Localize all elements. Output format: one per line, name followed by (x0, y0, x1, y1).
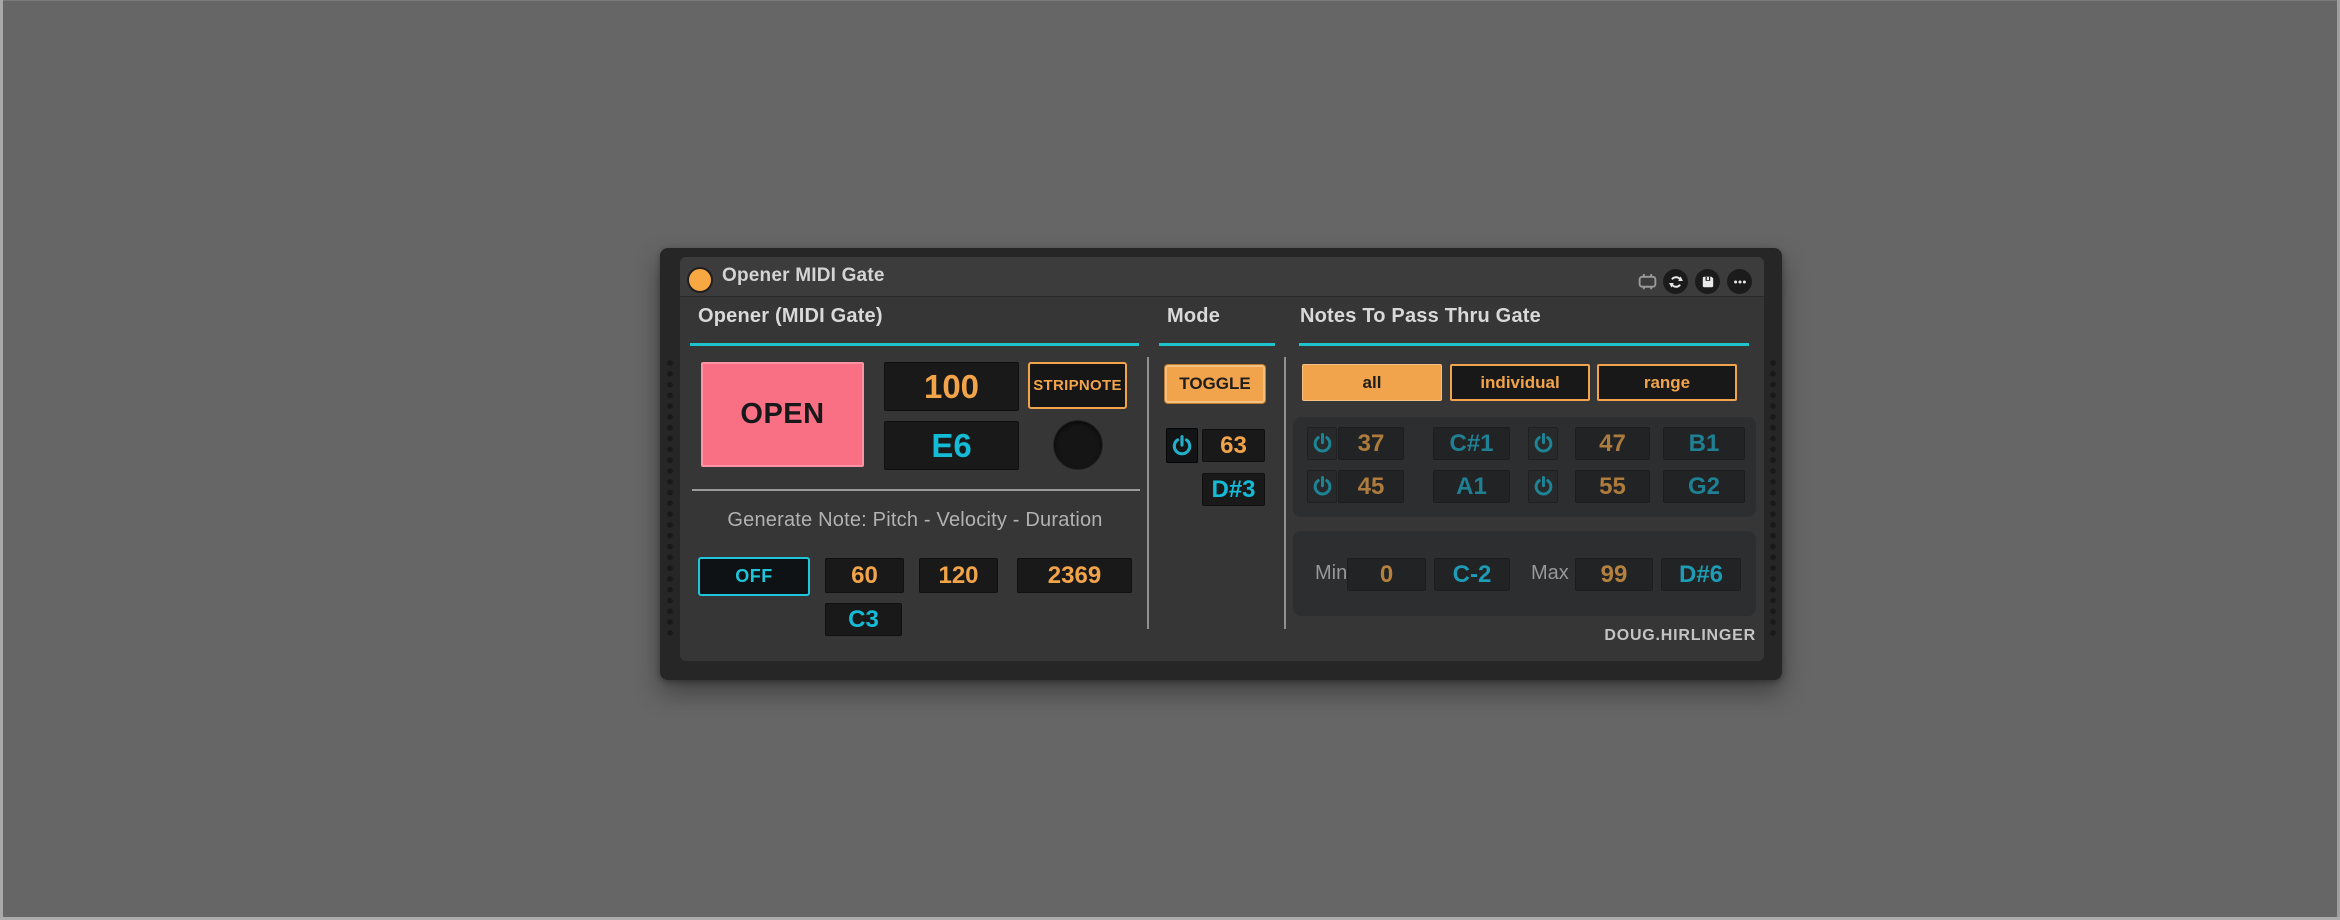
range-min-note: C-2 (1453, 561, 1492, 589)
opener-divider (692, 489, 1140, 491)
note1-value: 37 (1358, 430, 1385, 458)
underline-notes (1299, 343, 1749, 346)
more-icon[interactable] (1727, 269, 1752, 294)
mode-toggle-button[interactable]: TOGGLE (1165, 365, 1265, 403)
generate-pitch-note-numbox[interactable]: C3 (825, 603, 902, 636)
stripnote-button[interactable]: STRIPNOTE (1028, 362, 1127, 409)
gate-note-value: E6 (931, 427, 971, 465)
note4-name: G2 (1688, 473, 1720, 501)
gate-open-label: OPEN (740, 398, 824, 431)
device-title: Opener MIDI Gate (722, 265, 885, 287)
power-icon (1532, 432, 1555, 455)
generate-velocity-value: 120 (938, 562, 978, 590)
max-label: Max (1531, 562, 1569, 585)
generate-pitch-numbox[interactable]: 60 (825, 558, 904, 593)
gate-note-numbox[interactable]: E6 (884, 421, 1019, 470)
generate-off-button[interactable]: OFF (698, 557, 810, 596)
underline-opener (690, 343, 1139, 346)
individual-notes-panel: 37 C#1 47 B1 (1293, 417, 1756, 517)
note3-value: 45 (1358, 473, 1385, 501)
range-panel: Min 0 C-2 Max 99 D#6 (1293, 531, 1756, 616)
device-on-led[interactable] (687, 267, 713, 293)
note1-numbox[interactable]: 37 (1338, 427, 1404, 460)
gate-velocity-value: 100 (924, 368, 979, 406)
generate-velocity-numbox[interactable]: 120 (919, 558, 998, 593)
note2-numbox[interactable]: 47 (1575, 427, 1650, 460)
mode-power-toggle[interactable] (1166, 428, 1198, 463)
bang-button[interactable] (1053, 420, 1103, 470)
range-min-numbox[interactable]: 0 (1347, 558, 1426, 591)
note1-power-toggle[interactable] (1307, 427, 1337, 460)
max-device: Opener MIDI Gate (660, 248, 1782, 680)
generate-pitch-note-value: C3 (848, 606, 879, 634)
note3-name-box[interactable]: A1 (1433, 470, 1510, 503)
tab-individual[interactable]: individual (1450, 364, 1590, 401)
power-icon (1311, 432, 1334, 455)
save-icon[interactable] (1695, 269, 1720, 294)
note2-name-box[interactable]: B1 (1663, 427, 1745, 460)
desktop-background: Opener MIDI Gate (0, 0, 2340, 920)
note1-name: C#1 (1449, 430, 1493, 458)
note2-name: B1 (1689, 430, 1720, 458)
note3-name: A1 (1456, 473, 1487, 501)
note4-power-toggle[interactable] (1528, 470, 1558, 503)
power-icon (1532, 475, 1555, 498)
mode-cc-value: 63 (1220, 432, 1247, 460)
generate-off-label: OFF (735, 566, 773, 587)
separator-mode-notes (1284, 357, 1286, 629)
range-max-note: D#6 (1679, 561, 1723, 589)
tab-all-label: all (1363, 373, 1382, 393)
tab-range[interactable]: range (1597, 364, 1737, 401)
mode-cc-numbox[interactable]: 63 (1202, 429, 1265, 462)
generate-pitch-value: 60 (851, 562, 878, 590)
section-header-opener: Opener (MIDI Gate) (698, 305, 883, 328)
note4-value: 55 (1599, 473, 1626, 501)
credit-text: DOUG.HIRLINGER (1293, 627, 1756, 645)
note2-power-toggle[interactable] (1528, 427, 1558, 460)
tab-range-label: range (1644, 373, 1690, 393)
mode-cc-note-value: D#3 (1211, 476, 1255, 504)
separator-opener-mode (1147, 357, 1149, 629)
range-max-value: 99 (1601, 561, 1628, 589)
left-grip-dots (664, 358, 676, 638)
generate-duration-value: 2369 (1048, 562, 1101, 590)
note3-numbox[interactable]: 45 (1338, 470, 1404, 503)
note4-name-box[interactable]: G2 (1663, 470, 1745, 503)
note3-power-toggle[interactable] (1307, 470, 1337, 503)
power-icon (1311, 475, 1334, 498)
generate-note-label: Generate Note: Pitch - Velocity - Durati… (690, 509, 1140, 532)
min-label: Min (1315, 562, 1347, 585)
range-max-note-box[interactable]: D#6 (1661, 558, 1741, 591)
hot-swap-icon[interactable] (1663, 269, 1688, 294)
range-min-note-box[interactable]: C-2 (1434, 558, 1510, 591)
power-icon (1170, 433, 1194, 459)
section-header-mode: Mode (1167, 305, 1220, 328)
gate-velocity-numbox[interactable]: 100 (884, 362, 1019, 411)
note1-name-box[interactable]: C#1 (1433, 427, 1510, 460)
window-edge-left (0, 0, 3, 920)
note2-value: 47 (1599, 430, 1626, 458)
window-edge-top (0, 0, 2340, 1)
mode-toggle-label: TOGGLE (1179, 374, 1250, 394)
m4l-device-icon[interactable] (1637, 271, 1658, 292)
note4-numbox[interactable]: 55 (1575, 470, 1650, 503)
gate-open-button[interactable]: OPEN (701, 362, 864, 467)
generate-duration-numbox[interactable]: 2369 (1017, 558, 1132, 593)
mode-cc-note-numbox[interactable]: D#3 (1202, 473, 1265, 506)
range-max-numbox[interactable]: 99 (1575, 558, 1653, 591)
tab-all[interactable]: all (1302, 364, 1442, 401)
tab-individual-label: individual (1480, 373, 1559, 393)
right-grip-dots (1767, 358, 1779, 638)
section-header-notes: Notes To Pass Thru Gate (1300, 305, 1541, 328)
stripnote-label: STRIPNOTE (1033, 377, 1122, 394)
range-min-value: 0 (1380, 561, 1393, 589)
underline-mode (1159, 343, 1275, 346)
